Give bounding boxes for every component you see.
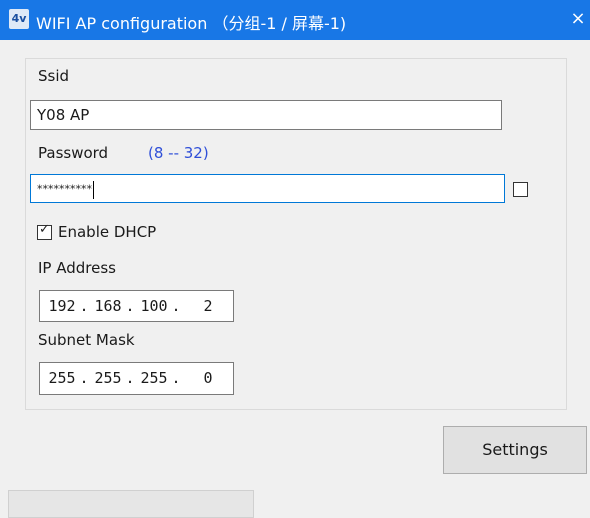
ssid-input[interactable]: Y08 AP xyxy=(30,100,502,130)
enable-dhcp-checkbox[interactable]: ✓ xyxy=(37,222,52,240)
password-value: ********** xyxy=(37,182,92,196)
password-length-hint: (8 -- 32) xyxy=(148,144,209,162)
ip-separator: . xyxy=(125,297,135,315)
subnet-mask-input[interactable]: 255 . 255 . 255 . 0 xyxy=(39,362,234,395)
subnet-octet-2[interactable]: 255 xyxy=(90,363,126,393)
subnet-separator: . xyxy=(125,369,135,387)
subnet-separator: . xyxy=(79,369,89,387)
app-icon: 4v xyxy=(9,9,29,29)
ip-octet-3[interactable]: 100 xyxy=(136,291,172,321)
password-input[interactable]: ********** xyxy=(30,174,505,203)
ip-octet-1[interactable]: 192 xyxy=(44,291,80,321)
ip-separator: . xyxy=(79,297,89,315)
settings-button[interactable]: Settings xyxy=(443,426,587,474)
subnet-separator: . xyxy=(171,369,181,387)
subnet-mask-label: Subnet Mask xyxy=(38,331,135,349)
checkmark-icon: ✓ xyxy=(39,222,50,237)
subnet-octet-1[interactable]: 255 xyxy=(44,363,80,393)
ip-address-label: IP Address xyxy=(38,259,116,277)
ip-separator: . xyxy=(171,297,181,315)
ip-octet-2[interactable]: 168 xyxy=(90,291,126,321)
close-button[interactable]: × xyxy=(568,8,588,30)
window-title: WIFI AP configuration （分组-1 / 屏幕-1) xyxy=(36,14,347,33)
enable-dhcp-label: Enable DHCP xyxy=(58,223,157,241)
ssid-label: Ssid xyxy=(38,67,70,85)
ip-address-input[interactable]: 192 . 168 . 100 . 2 xyxy=(39,290,234,322)
subnet-octet-3[interactable]: 255 xyxy=(136,363,172,393)
ssid-value: Y08 AP xyxy=(37,106,90,124)
text-caret xyxy=(93,180,94,199)
title-bar: 4v WIFI AP configuration （分组-1 / 屏幕-1) × xyxy=(0,0,590,40)
bottom-panel xyxy=(8,490,254,518)
password-label: Password xyxy=(38,144,109,162)
show-password-checkbox[interactable] xyxy=(513,182,528,197)
ip-octet-4[interactable]: 2 xyxy=(190,291,226,321)
subnet-octet-4[interactable]: 0 xyxy=(190,363,226,393)
